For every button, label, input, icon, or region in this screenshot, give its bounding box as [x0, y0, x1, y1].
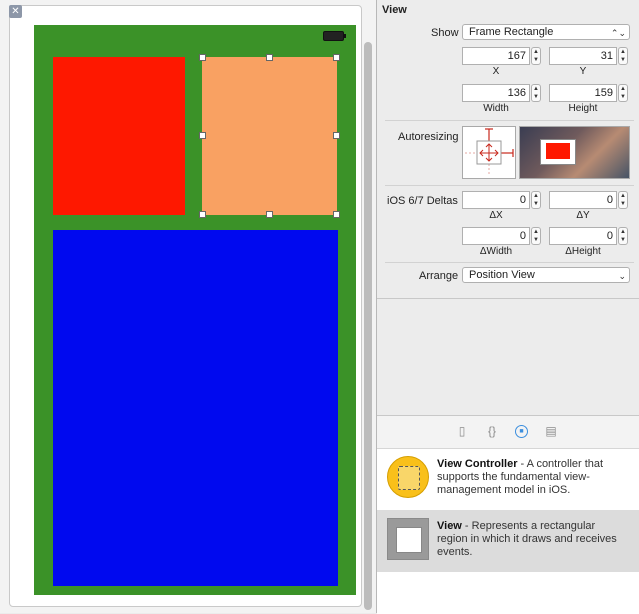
file-template-icon[interactable]: ▯ — [455, 424, 469, 438]
storyboard-canvas[interactable]: ✕ — [0, 0, 376, 613]
autoresizing-springs-icon — [465, 128, 514, 176]
resize-handle-bottom-left[interactable] — [199, 211, 206, 218]
resize-handle-bottom[interactable] — [266, 211, 273, 218]
y-stepper[interactable]: ▲ ▼ — [618, 47, 628, 65]
show-popup-value: Frame Rectangle — [469, 26, 554, 38]
chevron-updown-icon: ⌃⌄ — [610, 28, 626, 38]
section-title: View — [382, 4, 407, 16]
resize-handle-top-left[interactable] — [199, 54, 206, 61]
preview-view — [546, 143, 570, 159]
show-label: Show — [431, 27, 459, 39]
scene-frame — [9, 5, 362, 607]
view-controller-icon — [387, 456, 429, 498]
autoresizing-label: Autoresizing — [398, 131, 459, 143]
height-stepper[interactable]: ▲ ▼ — [618, 84, 628, 102]
library-item-view-controller[interactable]: View Controller - A controller that supp… — [377, 448, 639, 510]
delta-y-field[interactable]: 0 — [549, 191, 617, 209]
delta-height-field[interactable]: 0 — [549, 227, 617, 245]
resize-handle-right[interactable] — [333, 132, 340, 139]
size-inspector: View Show Frame Rectangle ⌃⌄ 167 ▲ ▼ X 31… — [376, 0, 639, 614]
library-item-title: View — [437, 520, 462, 532]
y-field[interactable]: 31 — [549, 47, 617, 65]
resize-handle-left[interactable] — [199, 132, 206, 139]
delta-height-label: ΔHeight — [565, 246, 601, 257]
height-field[interactable]: 159 — [549, 84, 617, 102]
separator — [377, 298, 639, 299]
arrange-popup[interactable]: Position View ⌄ — [462, 267, 630, 283]
device-root-view[interactable] — [34, 25, 356, 595]
delta-height-stepper[interactable]: ▲ ▼ — [618, 227, 628, 245]
autoresizing-mask-control[interactable] — [462, 126, 516, 179]
orange-view[interactable] — [202, 57, 337, 215]
library-item-title: View Controller — [437, 458, 518, 470]
close-icon[interactable]: ✕ — [9, 5, 22, 18]
delta-width-stepper[interactable]: ▲ ▼ — [531, 227, 541, 245]
view-icon — [387, 518, 429, 560]
y-label: Y — [579, 66, 587, 77]
object-library-icon[interactable]: ■ — [515, 425, 528, 438]
delta-x-stepper[interactable]: ▲ ▼ — [531, 191, 541, 209]
object-library-panel: ▯ {} ■ ▤ View Controller - A controller … — [377, 415, 639, 614]
show-popup[interactable]: Frame Rectangle ⌃⌄ — [462, 24, 630, 40]
preview-view-frame — [540, 139, 576, 165]
deltas-label: iOS 6/7 Deltas — [387, 195, 458, 207]
separator — [385, 185, 634, 186]
library-item-view[interactable]: View - Represents a rectangular region i… — [377, 510, 639, 572]
code-snippet-icon[interactable]: {} — [485, 424, 499, 438]
library-tab-bar: ▯ {} ■ ▤ — [377, 416, 639, 449]
resize-handle-bottom-right[interactable] — [333, 211, 340, 218]
battery-icon — [323, 31, 346, 41]
height-label: Height — [568, 103, 598, 114]
separator — [385, 120, 634, 121]
delta-y-stepper[interactable]: ▲ ▼ — [618, 191, 628, 209]
library-item-text: View - Represents a rectangular region i… — [437, 520, 627, 559]
delta-width-field[interactable]: 0 — [462, 227, 530, 245]
x-label: X — [492, 66, 500, 77]
x-stepper[interactable]: ▲ ▼ — [531, 47, 541, 65]
delta-width-label: ΔWidth — [479, 246, 513, 257]
autoresizing-preview — [519, 126, 630, 179]
vertical-scrollbar[interactable] — [364, 42, 372, 610]
delta-x-label: ΔX — [489, 210, 503, 221]
delta-y-label: ΔY — [576, 210, 590, 221]
chevron-down-icon: ⌄ — [618, 271, 626, 281]
width-stepper[interactable]: ▲ ▼ — [531, 84, 541, 102]
width-label: Width — [483, 103, 509, 114]
red-view[interactable] — [53, 57, 185, 215]
x-field[interactable]: 167 — [462, 47, 530, 65]
separator — [385, 262, 634, 263]
arrange-popup-value: Position View — [469, 269, 535, 281]
width-field[interactable]: 136 — [462, 84, 530, 102]
library-item-description: - Represents a rectangular region in whi… — [437, 520, 617, 558]
library-item-text: View Controller - A controller that supp… — [437, 458, 627, 497]
delta-x-field[interactable]: 0 — [462, 191, 530, 209]
arrange-label: Arrange — [419, 270, 459, 282]
media-library-icon[interactable]: ▤ — [544, 424, 558, 438]
resize-handle-top-right[interactable] — [333, 54, 340, 61]
blue-view[interactable] — [53, 230, 338, 586]
resize-handle-top[interactable] — [266, 54, 273, 61]
